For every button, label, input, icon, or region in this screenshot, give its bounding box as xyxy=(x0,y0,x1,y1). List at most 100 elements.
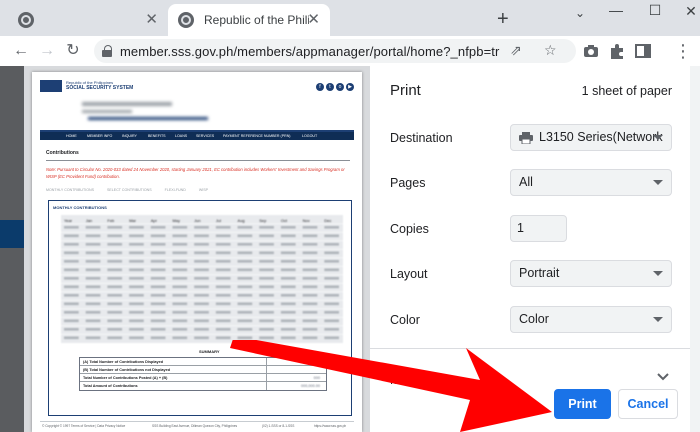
grid-cell-redacted xyxy=(64,328,79,331)
bookmark-star-icon[interactable]: ☆ xyxy=(544,42,557,59)
grid-cell-redacted xyxy=(259,302,274,306)
more-settings-toggle[interactable]: More settings xyxy=(390,373,465,387)
grid-cell-redacted xyxy=(150,260,166,263)
grid-cell-redacted xyxy=(64,285,79,289)
close-window-button[interactable]: ✕ xyxy=(681,3,700,20)
new-tab-button[interactable]: + xyxy=(497,9,509,29)
minimize-button[interactable]: — xyxy=(606,2,626,18)
grid-cell-redacted xyxy=(150,302,166,306)
print-preview-area: Republic of the Philippines SOCIAL SECUR… xyxy=(24,66,370,432)
globe-icon xyxy=(178,12,194,28)
pages-select[interactable]: All xyxy=(510,169,672,196)
close-tab-icon[interactable]: ✕ xyxy=(145,12,158,28)
grid-cell-redacted xyxy=(107,251,123,255)
menu-kebab-icon[interactable]: ⋮ xyxy=(672,40,694,62)
grid-cell-redacted xyxy=(129,268,144,272)
grid-cell-redacted xyxy=(85,234,101,238)
chevron-down-icon xyxy=(653,317,663,322)
grid-cell-redacted xyxy=(259,319,274,323)
nav-loans: LOANS xyxy=(175,134,188,138)
copies-input[interactable]: 1 xyxy=(510,215,567,242)
grid-cell-redacted xyxy=(85,260,101,263)
grid-cell-redacted xyxy=(64,277,79,280)
footer-address: SSS Building East Avenue, Diliman Quezon… xyxy=(152,424,238,428)
month-header: Dec xyxy=(324,218,331,223)
grid-cell-redacted xyxy=(85,319,101,323)
month-header: Jun xyxy=(194,218,200,223)
last-login-redacted xyxy=(88,117,208,120)
summary-value: 000 xyxy=(313,376,320,380)
grid-cell-redacted xyxy=(194,260,209,263)
contributions-title: Contributions xyxy=(46,150,79,156)
contribution-subtabs: MONTHLY CONTRIBUTIONS SELECT CONTRIBUTIO… xyxy=(46,188,220,192)
grid-cell-redacted xyxy=(324,302,339,306)
address-bar[interactable]: member.sss.gov.ph/members/appmanager/por… xyxy=(94,39,576,63)
month-header: Sep xyxy=(259,218,267,223)
grid-cell-redacted xyxy=(302,268,318,272)
month-header: Jan xyxy=(86,218,92,223)
subtab-monthly: MONTHLY CONTRIBUTIONS xyxy=(46,188,94,192)
page-scrollbar[interactable] xyxy=(690,66,700,432)
grid-cell-redacted xyxy=(324,328,339,331)
monthly-contributions-panel: MONTHLY CONTRIBUTIONS Year Jan Feb Mar Apr Ma… xyxy=(48,200,352,416)
grid-cell-redacted xyxy=(107,336,123,340)
layout-select[interactable]: Portrait xyxy=(510,260,672,287)
grid-cell-redacted xyxy=(129,302,144,306)
side-panel-icon[interactable] xyxy=(634,42,652,60)
grid-cell-redacted xyxy=(150,277,166,280)
summary-label: (B) Total Number of Contributions not Di… xyxy=(83,368,171,372)
print-button[interactable]: Print xyxy=(554,389,611,419)
summary-value: 000,000.00 xyxy=(300,384,320,388)
cancel-button[interactable]: Cancel xyxy=(618,389,678,419)
expand-chevron-icon[interactable] xyxy=(656,372,670,382)
grid-cell-redacted xyxy=(129,285,144,289)
tab-active[interactable]: Republic of the Philippine ✕ xyxy=(168,4,330,36)
color-value: Color xyxy=(519,312,549,326)
nav-member-info: MEMBER INFO xyxy=(87,134,113,138)
reload-button[interactable]: ↻ xyxy=(62,40,84,62)
chevron-down-icon xyxy=(653,180,663,185)
grid-row-line xyxy=(61,223,343,225)
grid-cell-redacted xyxy=(129,328,144,331)
forward-button[interactable]: → xyxy=(36,40,58,62)
summary-label: Total Number of Contributions Posted (A)… xyxy=(83,376,168,380)
maximize-button[interactable]: ☐ xyxy=(645,2,665,19)
grid-cell-redacted xyxy=(302,311,318,314)
layout-value: Portrait xyxy=(519,266,560,280)
grid-cell-redacted xyxy=(237,294,253,297)
grid-cell-redacted xyxy=(215,285,231,289)
grid-cell-redacted xyxy=(280,311,296,314)
layout-label: Layout xyxy=(390,267,428,281)
grid-cell-redacted xyxy=(64,243,79,246)
grid-cell-redacted xyxy=(85,226,101,229)
back-button[interactable]: ← xyxy=(10,40,32,62)
subtab-flexi: FLEXI-FUND xyxy=(164,188,186,192)
grid-row-line xyxy=(61,240,343,242)
grid-cell-redacted xyxy=(194,294,209,297)
grid-row-line xyxy=(61,274,343,276)
tab-search-icon[interactable]: ⌄ xyxy=(570,6,590,20)
destination-select[interactable]: L3150 Series(Network xyxy=(510,124,672,151)
grid-cell-redacted xyxy=(85,336,101,340)
grid-row-line xyxy=(61,266,343,267)
color-select[interactable]: Color xyxy=(510,306,672,333)
grid-cell-redacted xyxy=(237,243,253,246)
share-icon[interactable]: ⇗ xyxy=(510,42,522,59)
grid-cell-redacted xyxy=(215,294,231,297)
subtab-wisp: WISP xyxy=(198,188,209,192)
close-tab-icon[interactable]: ✕ xyxy=(307,12,320,28)
summary-table: (A) Total Number of Contributions Displa… xyxy=(79,357,327,391)
lock-icon[interactable] xyxy=(102,45,112,57)
tab-inactive[interactable]: ✕ xyxy=(8,4,168,36)
grid-cell-redacted xyxy=(129,226,144,229)
browser-toolbar: ← → ↻ member.sss.gov.ph/members/appmanag… xyxy=(0,36,700,66)
grid-cell-redacted xyxy=(237,260,253,263)
grid-cell-redacted xyxy=(302,328,318,331)
screenshot-camera-icon[interactable] xyxy=(582,42,600,60)
nav-home: HOME xyxy=(66,134,77,138)
grid-cell-redacted xyxy=(259,243,274,246)
grid-cell-redacted xyxy=(280,226,296,229)
extensions-puzzle-icon[interactable] xyxy=(608,42,626,60)
summary-label: (A) Total Number of Contributions Displa… xyxy=(83,360,164,364)
instagram-icon: o xyxy=(336,83,344,91)
